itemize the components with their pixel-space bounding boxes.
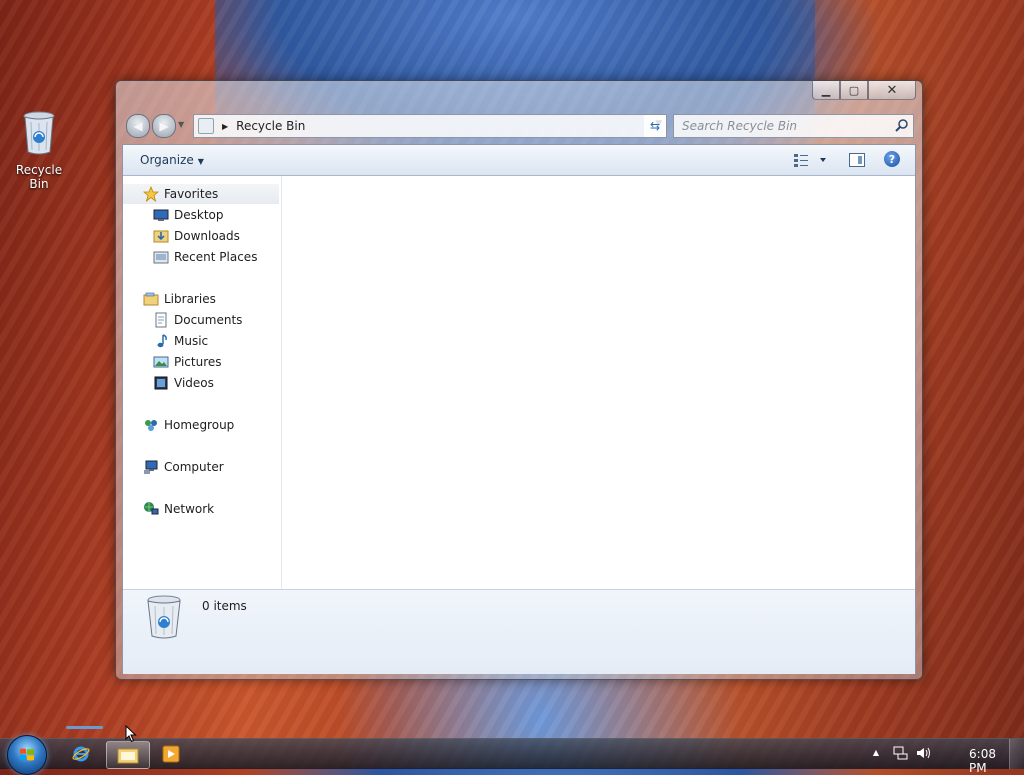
search-icon[interactable] xyxy=(895,118,909,132)
breadcrumb-arrow-icon[interactable]: ▶ xyxy=(222,122,228,131)
recent-pages-dropdown[interactable]: ▼ xyxy=(178,120,184,129)
navigation-pane: Favorites Desktop Downloads Recent Place… xyxy=(123,176,282,589)
explorer-client-area: Organize ▼ ? Favorites Desktop Downloads… xyxy=(122,144,916,674)
nav-homegroup-label: Homegroup xyxy=(164,418,235,432)
media-player-icon xyxy=(162,745,180,763)
recycle-bin-icon xyxy=(147,595,181,639)
command-bar: Organize ▼ ? xyxy=(123,145,915,176)
desktop-icon-recycle-bin[interactable]: Recycle Bin xyxy=(6,110,72,191)
refresh-icon: ⇆ xyxy=(649,119,661,133)
network-status-icon[interactable] xyxy=(892,746,908,760)
show-desktop-button[interactable] xyxy=(1009,739,1024,769)
search-input[interactable] xyxy=(680,115,894,137)
details-pane: 0 items xyxy=(123,589,915,674)
breadcrumb-location[interactable]: Recycle Bin xyxy=(236,119,305,133)
help-button[interactable]: ? xyxy=(884,151,900,167)
downloads-folder-icon xyxy=(153,230,169,243)
homegroup-icon xyxy=(145,420,157,431)
nav-desktop-label: Desktop xyxy=(174,208,224,222)
minimize-icon: ▁ xyxy=(821,83,831,97)
explorer-folder-icon xyxy=(117,748,139,764)
item-count: 0 items xyxy=(202,599,247,613)
taskbar-thumbnail-indicator xyxy=(66,726,103,729)
close-button[interactable]: ✕ xyxy=(868,81,916,100)
desktop-icon xyxy=(153,209,169,221)
maximize-button[interactable]: ▢ xyxy=(840,81,868,100)
nav-recent-places-label: Recent Places xyxy=(174,250,258,264)
preview-pane-button[interactable] xyxy=(849,153,865,167)
show-hidden-icons-button[interactable]: ▲ xyxy=(873,748,879,757)
forward-button[interactable]: ▶ xyxy=(152,114,176,138)
nav-documents[interactable]: Documents xyxy=(153,310,242,330)
pictures-icon xyxy=(153,356,169,368)
mouse-cursor-icon xyxy=(125,725,137,743)
chevron-down-icon: ▼ xyxy=(197,157,204,166)
nav-music[interactable]: Music xyxy=(153,331,208,351)
network-icon xyxy=(144,502,159,515)
explorer-window: ▁ ▢ ✕ ◀ ▶ ▼ ▶ Recycle Bin ▼ ⇆ xyxy=(115,80,923,680)
nav-favorites-label: Favorites xyxy=(164,187,219,201)
internet-explorer-icon xyxy=(72,746,90,762)
search-box[interactable] xyxy=(673,114,914,138)
clock[interactable]: 6:08 PM xyxy=(969,747,996,775)
recycle-bin-icon xyxy=(23,111,55,155)
file-list-area[interactable] xyxy=(282,176,915,589)
navigation-bar: ◀ ▶ ▼ ▶ Recycle Bin ▼ ⇆ xyxy=(124,114,914,138)
music-icon xyxy=(157,334,167,348)
maximize-icon: ▢ xyxy=(848,83,860,97)
nav-computer-label: Computer xyxy=(164,460,224,474)
address-bar[interactable]: ▶ Recycle Bin ▼ xyxy=(193,114,667,138)
nav-downloads-label: Downloads xyxy=(174,229,240,243)
taskbar-internet-explorer[interactable] xyxy=(62,741,100,767)
nav-homegroup[interactable]: Homegroup xyxy=(143,415,234,435)
videos-icon xyxy=(154,376,168,390)
caption-buttons: ▁ ▢ ✕ xyxy=(812,81,916,101)
nav-libraries[interactable]: Libraries xyxy=(143,289,216,309)
close-icon: ✕ xyxy=(886,82,898,98)
nav-pictures[interactable]: Pictures xyxy=(153,352,222,372)
nav-network-label: Network xyxy=(164,502,215,516)
nav-downloads[interactable]: Downloads xyxy=(153,226,240,246)
star-icon xyxy=(143,186,159,202)
back-button[interactable]: ◀ xyxy=(126,114,150,138)
taskbar-media-player[interactable] xyxy=(152,741,190,767)
back-arrow-icon: ◀ xyxy=(133,119,143,133)
organize-button[interactable]: Organize ▼ xyxy=(140,153,204,167)
computer-icon xyxy=(144,460,158,474)
minimize-button[interactable]: ▁ xyxy=(812,81,840,100)
nav-computer[interactable]: Computer xyxy=(143,457,224,477)
taskbar: ▲ 6:08 PM xyxy=(0,735,1024,775)
desktop-icon-label: Recycle Bin xyxy=(15,163,63,191)
start-button[interactable] xyxy=(7,735,47,775)
documents-icon xyxy=(155,312,167,328)
nav-desktop[interactable]: Desktop xyxy=(153,205,224,225)
volume-icon[interactable] xyxy=(916,746,932,760)
nav-videos[interactable]: Videos xyxy=(153,373,214,393)
nav-favorites[interactable]: Favorites xyxy=(123,184,279,204)
libraries-icon xyxy=(143,292,159,306)
nav-libraries-label: Libraries xyxy=(164,292,216,306)
nav-recent-places[interactable]: Recent Places xyxy=(153,247,257,267)
taskbar-windows-explorer[interactable] xyxy=(106,741,150,769)
change-view-button[interactable] xyxy=(793,152,829,168)
recycle-bin-small-icon xyxy=(198,118,214,134)
refresh-button[interactable]: ⇆ xyxy=(644,114,667,138)
organize-label: Organize xyxy=(140,153,194,167)
nav-music-label: Music xyxy=(174,334,209,348)
nav-pictures-label: Pictures xyxy=(174,355,222,369)
forward-arrow-icon: ▶ xyxy=(159,119,169,133)
nav-videos-label: Videos xyxy=(174,376,214,390)
nav-network[interactable]: Network xyxy=(143,499,214,519)
windows-logo-icon xyxy=(20,748,34,761)
help-icon: ? xyxy=(888,152,896,166)
nav-documents-label: Documents xyxy=(174,313,243,327)
recent-places-icon xyxy=(153,251,169,264)
